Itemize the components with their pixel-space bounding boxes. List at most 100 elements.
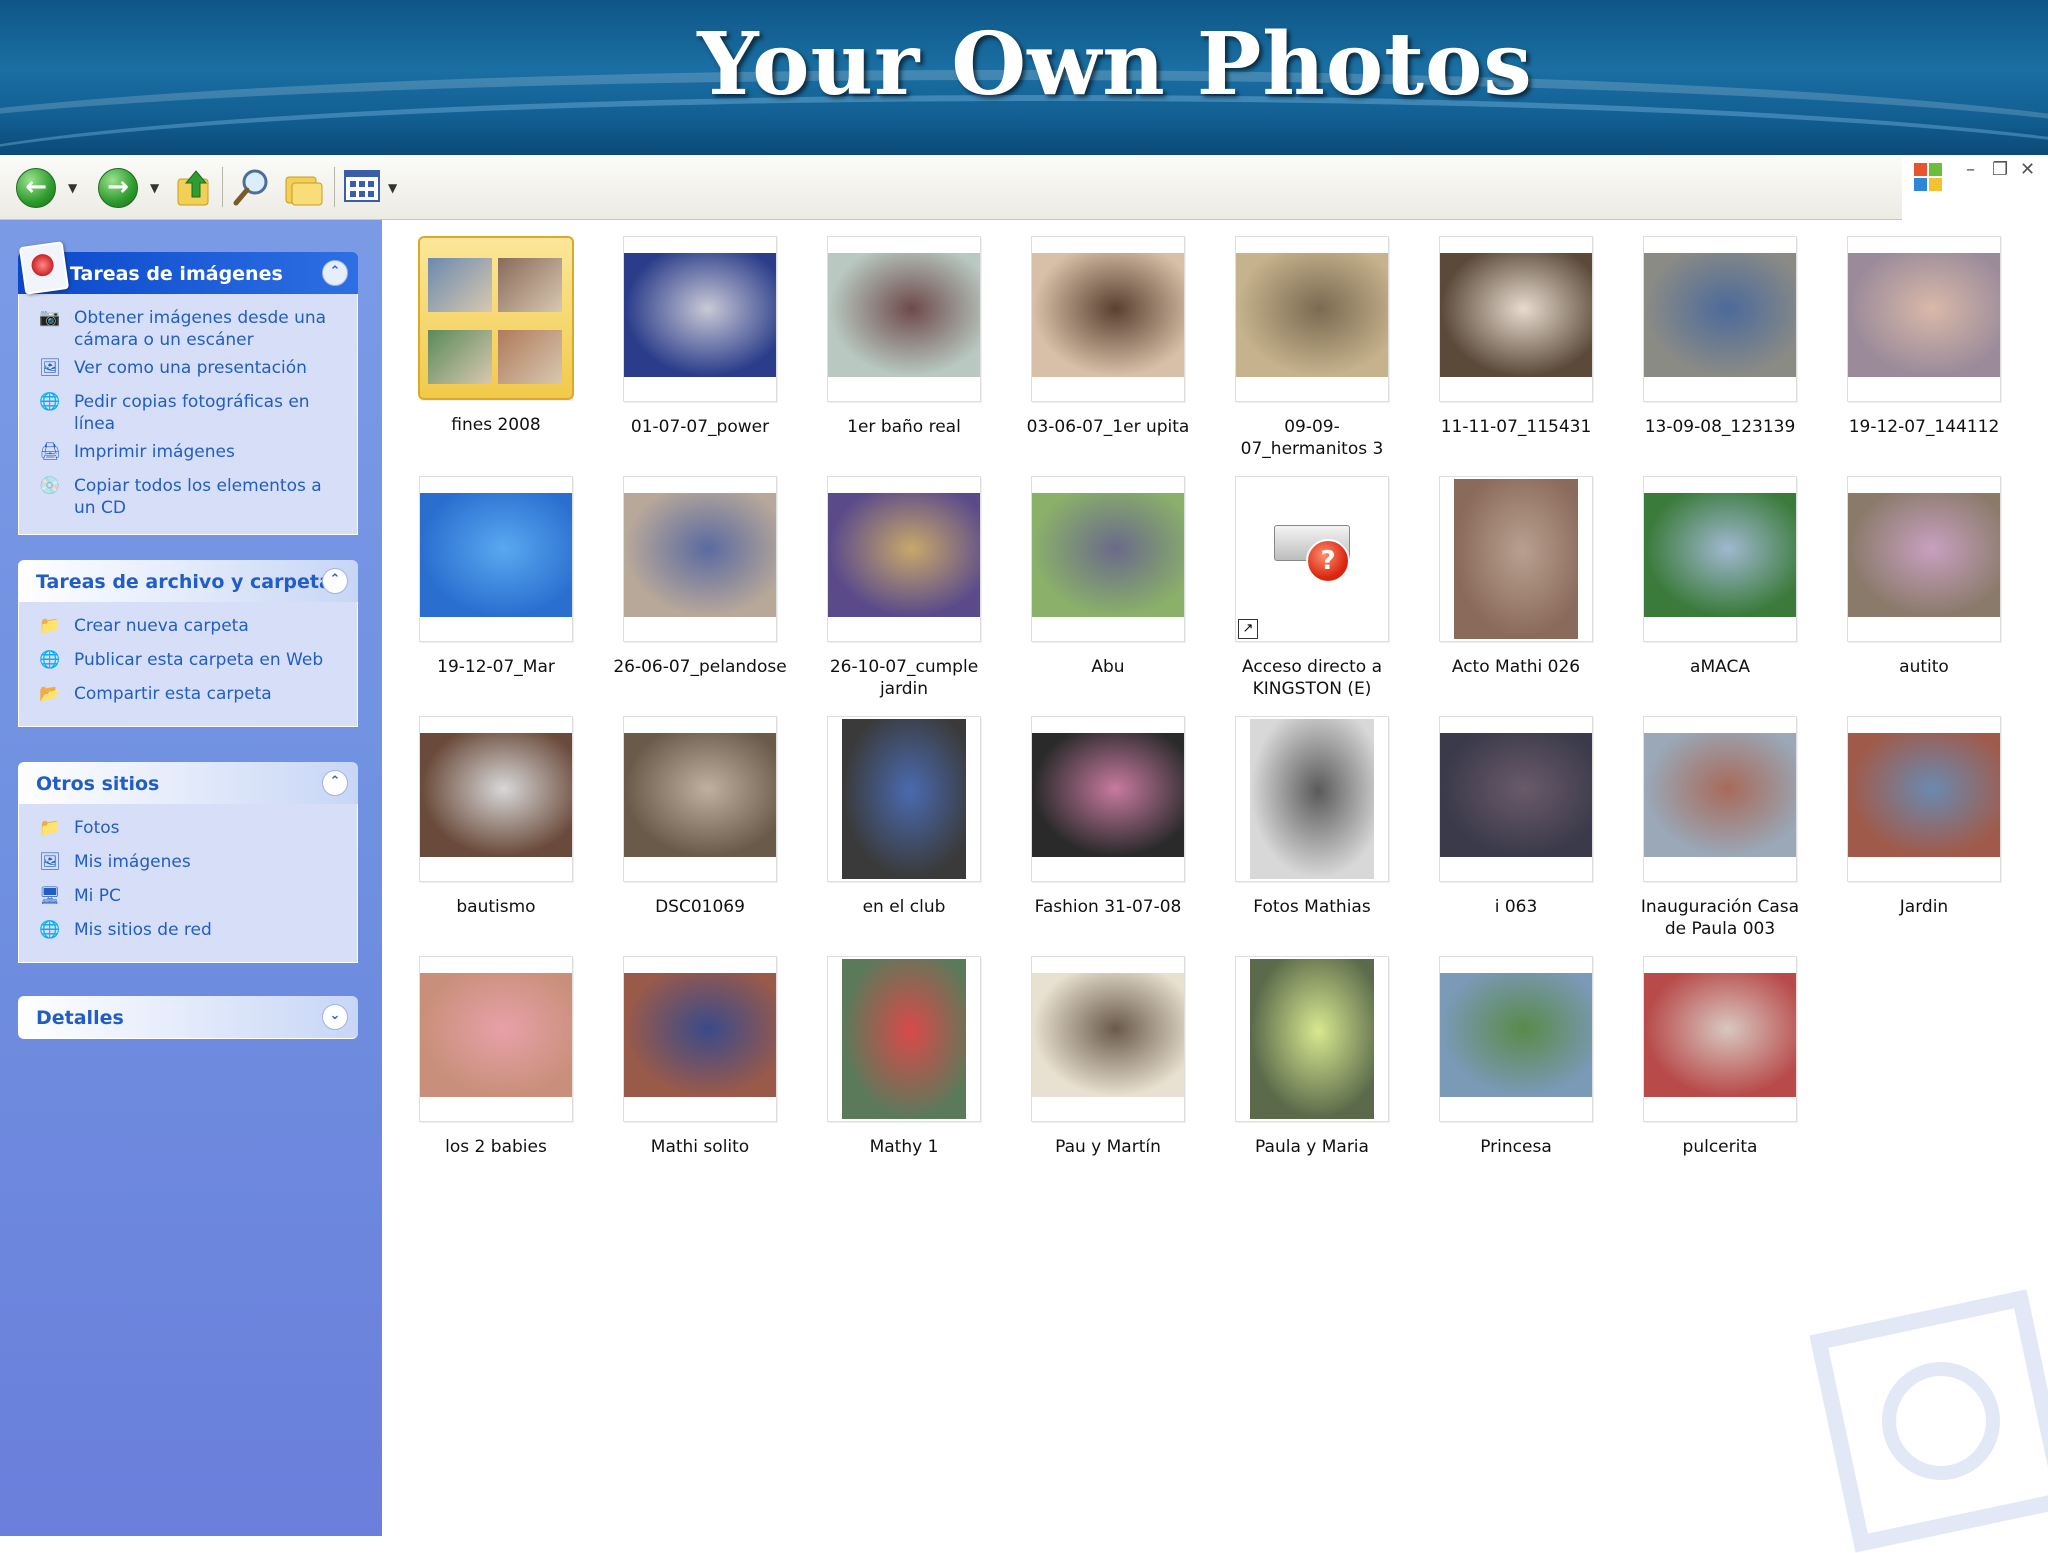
thumbnail[interactable]	[1031, 716, 1185, 882]
photo-item[interactable]: 19-12-07_144112	[1834, 236, 2014, 438]
thumbnail[interactable]	[1439, 236, 1593, 402]
photo-item[interactable]: 26-06-07_pelandose	[610, 476, 790, 678]
file-tasks-header[interactable]: Tareas de archivo y carpeta ⌃	[18, 560, 358, 602]
file-name-label: 03-06-07_1er upita	[1026, 417, 1190, 437]
close-button[interactable]: ✕	[2020, 159, 2035, 180]
file-name-label: en el club	[862, 897, 946, 917]
photo-item[interactable]: autito	[1834, 476, 2014, 678]
folder-item[interactable]: fines 2008	[406, 236, 586, 436]
photo-item[interactable]: Abu	[1018, 476, 1198, 678]
photo-item[interactable]: Pau y Martín	[1018, 956, 1198, 1158]
thumbnail[interactable]	[827, 956, 981, 1122]
task-slideshow[interactable]: 🖼 Ver como una presentación	[19, 354, 357, 388]
photo-item[interactable]: 11-11-07_115431	[1426, 236, 1606, 438]
photo-item[interactable]: 1er baño real	[814, 236, 994, 438]
task-copy-to-cd[interactable]: 💿 Copiar todos los elementos a un CD	[19, 472, 357, 522]
photo-item[interactable]: pulcerita	[1630, 956, 1810, 1158]
folders-icon[interactable]	[284, 167, 324, 207]
details-header[interactable]: Detalles ⌄	[18, 996, 358, 1039]
photo-item[interactable]: bautismo	[406, 716, 586, 918]
photo-item[interactable]: 03-06-07_1er upita	[1018, 236, 1198, 438]
thumbnail[interactable]	[623, 716, 777, 882]
photo-item[interactable]: Inauguración Casa de Paula 003	[1630, 716, 1810, 940]
thumbnail[interactable]	[1031, 956, 1185, 1122]
thumbnail[interactable]	[1439, 956, 1593, 1122]
thumbnail[interactable]	[1643, 716, 1797, 882]
thumbnail[interactable]	[827, 716, 981, 882]
photo-item[interactable]: 19-12-07_Mar	[406, 476, 586, 678]
photo-item[interactable]: Mathy 1	[814, 956, 994, 1158]
photo-item[interactable]: DSC01069	[610, 716, 790, 918]
views-dropdown-icon[interactable]: ▼	[388, 181, 397, 195]
photo-item[interactable]: Fashion 31-07-08	[1018, 716, 1198, 918]
thumbnail[interactable]	[1235, 956, 1389, 1122]
thumbnail[interactable]	[419, 716, 573, 882]
up-folder-icon[interactable]	[176, 167, 212, 207]
photo-item[interactable]: 09-09-07_hermanitos 3	[1222, 236, 1402, 460]
panel-title: Tareas de archivo y carpeta	[36, 571, 332, 593]
place-my-pictures[interactable]: 🖼 Mis imágenes	[19, 848, 357, 882]
question-mark-icon: ?	[1306, 539, 1350, 583]
photo-item[interactable]: aMACA	[1630, 476, 1810, 678]
thumbnail[interactable]	[827, 476, 981, 642]
thumbnail[interactable]	[1847, 716, 2001, 882]
minimize-button[interactable]: –	[1966, 159, 1975, 180]
photo-item[interactable]: 01-07-07_power	[610, 236, 790, 438]
photo-item[interactable]: en el club	[814, 716, 994, 918]
thumbnail[interactable]	[827, 236, 981, 402]
place-network[interactable]: 🌐 Mis sitios de red	[19, 916, 357, 950]
thumbnail[interactable]	[623, 236, 777, 402]
collapse-chevron-icon[interactable]: ⌃	[322, 770, 348, 796]
task-get-pictures[interactable]: 📷 Obtener imágenes desde una cámara o un…	[19, 304, 357, 354]
thumbnail[interactable]	[419, 476, 573, 642]
thumbnail[interactable]	[1031, 476, 1185, 642]
thumbnail[interactable]	[1847, 236, 2001, 402]
thumbnail[interactable]	[1643, 236, 1797, 402]
thumbnail[interactable]	[1439, 476, 1593, 642]
task-new-folder[interactable]: 📁 Crear nueva carpeta	[19, 612, 357, 646]
task-order-prints[interactable]: 🌐 Pedir copias fotográficas en línea	[19, 388, 357, 438]
thumbnail[interactable]	[1439, 716, 1593, 882]
task-share-folder[interactable]: 📂 Compartir esta carpeta	[19, 680, 357, 714]
photo-item[interactable]: Acto Mathi 026	[1426, 476, 1606, 678]
image-tasks-header[interactable]: Tareas de imágenes ⌃	[18, 241, 358, 295]
shortcut-item[interactable]: ? ↗ Acceso directo a KINGSTON (E)	[1222, 476, 1402, 700]
task-print-pictures[interactable]: 🖨 Imprimir imágenes	[19, 438, 357, 472]
search-icon[interactable]	[232, 167, 272, 207]
expand-chevron-icon[interactable]: ⌄	[322, 1004, 348, 1030]
thumbnail[interactable]	[1235, 716, 1389, 882]
photo-item[interactable]: i 063	[1426, 716, 1606, 918]
place-fotos[interactable]: 📁 Fotos	[19, 814, 357, 848]
folder-preview-photo	[498, 258, 562, 312]
collapse-chevron-icon[interactable]: ⌃	[322, 568, 348, 594]
thumbnail[interactable]	[1235, 236, 1389, 402]
task-publish-web[interactable]: 🌐 Publicar esta carpeta en Web	[19, 646, 357, 680]
photo-item[interactable]: Jardin	[1834, 716, 2014, 918]
thumbnail[interactable]	[623, 956, 777, 1122]
photo-item[interactable]: 26-10-07_cumple jardin	[814, 476, 994, 700]
thumbnail[interactable]	[419, 956, 573, 1122]
photo-item[interactable]: los 2 babies	[406, 956, 586, 1158]
photo-item[interactable]: 13-09-08_123139	[1630, 236, 1810, 438]
photo-item[interactable]: Mathi solito	[610, 956, 790, 1158]
other-places-header[interactable]: Otros sitios ⌃	[18, 762, 358, 804]
thumbnail[interactable]	[1847, 476, 2001, 642]
back-dropdown-icon[interactable]: ▼	[68, 181, 77, 195]
thumbnail[interactable]	[1031, 236, 1185, 402]
thumbnail[interactable]	[1643, 956, 1797, 1122]
place-my-computer[interactable]: 🖥 Mi PC	[19, 882, 357, 916]
forward-arrow-icon[interactable]: →	[98, 168, 138, 208]
thumbnail[interactable]	[623, 476, 777, 642]
photo-item[interactable]: Fotos Mathias	[1222, 716, 1402, 918]
photo-image	[1250, 719, 1374, 879]
thumbnail[interactable]: ? ↗	[1235, 476, 1389, 642]
thumbnail[interactable]	[418, 236, 574, 400]
collapse-chevron-icon[interactable]: ⌃	[322, 260, 348, 286]
forward-dropdown-icon[interactable]: ▼	[150, 181, 159, 195]
photo-item[interactable]: Princesa	[1426, 956, 1606, 1158]
photo-item[interactable]: Paula y Maria	[1222, 956, 1402, 1158]
thumbnail[interactable]	[1643, 476, 1797, 642]
views-icon[interactable]	[344, 169, 384, 205]
back-arrow-icon[interactable]: ←	[16, 168, 56, 208]
restore-button[interactable]: ❐	[1992, 159, 2008, 180]
